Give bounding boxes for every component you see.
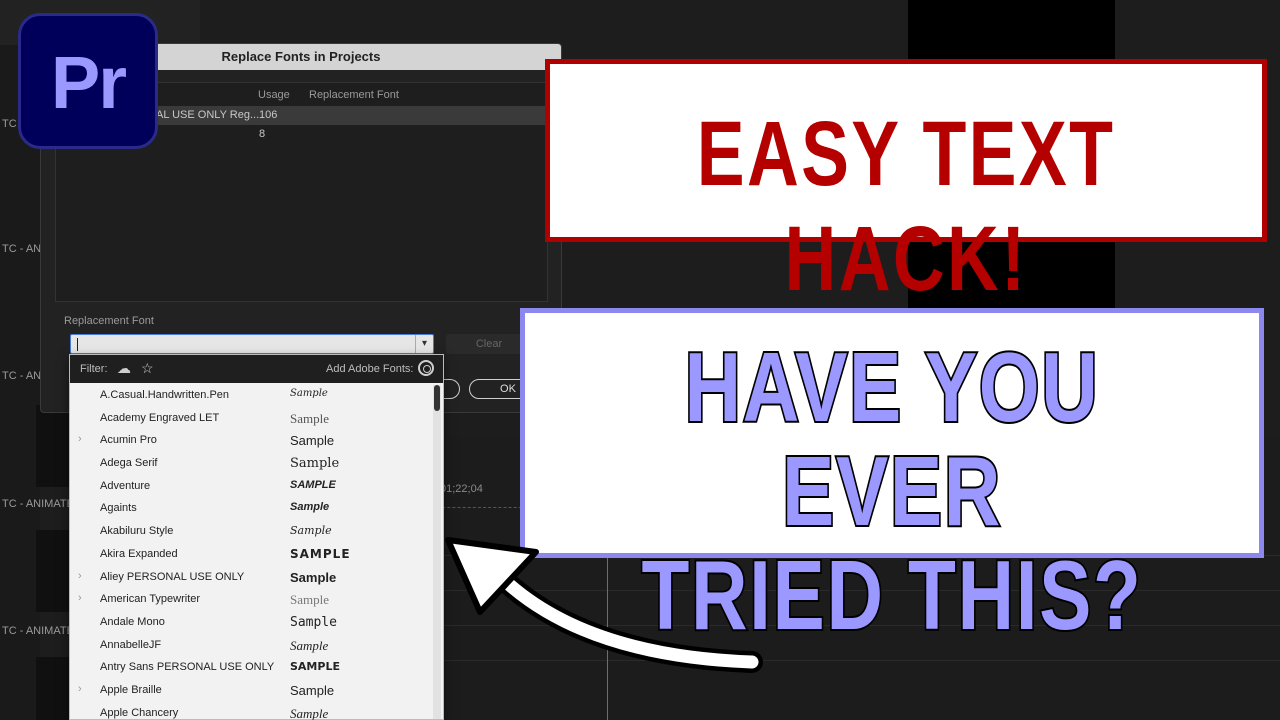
font-name: AnnabelleJF — [100, 638, 162, 651]
question-line-1: HAVE YOU EVER — [683, 332, 1100, 546]
font-sample: Sample — [290, 705, 329, 720]
chevron-right-icon[interactable]: › — [78, 592, 82, 604]
font-list-item[interactable]: Againts Sample — [70, 498, 432, 521]
timecode: 01;22;04 — [440, 483, 483, 495]
replacement-column-header[interactable]: Replacement Font — [309, 89, 399, 101]
font-list-item[interactable]: Academy Engraved LET Sample — [70, 408, 432, 431]
font-sample: Sample — [290, 592, 329, 608]
font-name: Akira Expanded — [100, 547, 178, 560]
font-name: Apple Chancery — [100, 706, 179, 719]
font-sample: Sample — [290, 614, 337, 630]
font-list-item[interactable]: › American Typewriter Sample — [70, 589, 432, 612]
timeline-ruler — [432, 498, 532, 508]
chevron-right-icon[interactable]: › — [78, 570, 82, 582]
scroll-thumb[interactable] — [434, 385, 440, 411]
font-name: American Typewriter — [100, 593, 201, 606]
font-name: Apple Braille — [100, 683, 162, 696]
chevron-right-icon[interactable]: › — [78, 433, 82, 445]
font-sample: Sample — [290, 433, 335, 449]
font-name: Aliey PERSONAL USE ONLY — [100, 570, 245, 583]
filter-label: Filter: — [80, 363, 108, 375]
logo-text: Pr — [50, 41, 127, 124]
font-name: Academy Engraved LET — [100, 411, 220, 424]
font-name: Acumin Pro — [100, 434, 157, 447]
font-sample: Sample — [290, 569, 337, 585]
font-list-item[interactable]: Apple Chancery Sample — [70, 703, 432, 720]
font-list-item[interactable]: Akira Expanded SAMPLE — [70, 544, 432, 567]
add-adobe-fonts-label: Add Adobe Fonts: — [326, 363, 414, 375]
usage-column-header[interactable]: Usage — [258, 89, 290, 101]
font-sample: Sample — [290, 388, 328, 399]
clip-thumbnail — [36, 530, 70, 612]
headline-banner: EASY TEXT HACK! — [545, 59, 1267, 310]
dropdown-arrow-icon[interactable]: ▾ — [415, 335, 433, 353]
font-sample: Sample — [290, 682, 335, 698]
font-list-item[interactable]: A.Casual.Handwritten.Pen Sample — [70, 385, 432, 408]
star-icon[interactable]: ☆ — [141, 360, 154, 377]
font-list: A.Casual.Handwritten.Pen Sample Academy En… — [70, 385, 432, 720]
font-sample: SAMPLE — [290, 478, 336, 491]
font-cell: AL USE ONLY Reg... — [156, 109, 260, 121]
font-name: Akabiluru Style — [100, 525, 174, 538]
font-sample: Sample — [290, 456, 340, 472]
font-sample: Sample — [290, 501, 330, 514]
font-list-item[interactable]: Antry Sans PERSONAL USE ONLY SAMPLE — [70, 657, 432, 680]
track-label: TC - ANI — [2, 243, 45, 255]
cloud-check-icon[interactable]: ☁ — [117, 360, 131, 377]
filter-bar: Filter: ☁ ☆ Add Adobe Fonts: — [70, 355, 443, 383]
clip-thumbnail — [36, 405, 70, 487]
usage-cell: 8 — [259, 128, 266, 140]
font-name: Andale Mono — [100, 615, 165, 628]
font-name: Againts — [100, 502, 137, 515]
font-sample: Sample — [290, 637, 329, 653]
question-banner: HAVE YOU EVER TRIED THIS? — [520, 308, 1264, 649]
font-list-item[interactable]: Adventure SAMPLE — [70, 476, 432, 499]
font-list-item[interactable]: Akabiluru Style Sample — [70, 521, 432, 544]
font-list-item[interactable]: Andale Mono Sample — [70, 612, 432, 635]
font-sample: SAMPLE — [290, 546, 351, 561]
font-list-item[interactable]: AnnabelleJF Sample — [70, 635, 432, 658]
font-name: Adventure — [100, 479, 151, 492]
track-label: TC - AN — [2, 370, 42, 382]
font-list-item[interactable]: › Apple Braille Sample — [70, 680, 432, 703]
font-name: Adega Serif — [100, 457, 158, 470]
usage-cell: 106 — [259, 109, 278, 121]
font-name: A.Casual.Handwritten.Pen — [100, 389, 230, 401]
clip-thumbnail — [36, 657, 70, 720]
creative-cloud-icon[interactable] — [418, 360, 434, 376]
text-caret — [77, 338, 78, 351]
premiere-pro-logo: Pr — [18, 13, 158, 149]
font-list-popup: Filter: ☁ ☆ Add Adobe Fonts: A.Casual.Ha… — [69, 354, 444, 720]
chevron-right-icon[interactable]: › — [78, 683, 82, 695]
font-list-item[interactable]: › Acumin Pro Sample — [70, 430, 432, 453]
track-label: TC - ANIMATE — [2, 625, 74, 637]
font-name: Antry Sans PERSONAL USE ONLY — [100, 661, 275, 674]
track-label: TC - ANIMATE — [2, 498, 74, 510]
font-list-item[interactable]: Adega Serif Sample — [70, 453, 432, 476]
curved-arrow-icon — [445, 537, 763, 673]
font-sample: SAMPLE — [290, 660, 340, 674]
replacement-font-label: Replacement Font — [64, 315, 154, 327]
font-sample: Sample — [290, 524, 332, 538]
headline-text: EASY TEXT HACK! — [696, 103, 1116, 310]
font-list-item[interactable]: › Aliey PERSONAL USE ONLY Sample — [70, 567, 432, 590]
replacement-font-input[interactable]: ▾ — [70, 334, 434, 354]
font-sample: Sample — [290, 410, 329, 426]
